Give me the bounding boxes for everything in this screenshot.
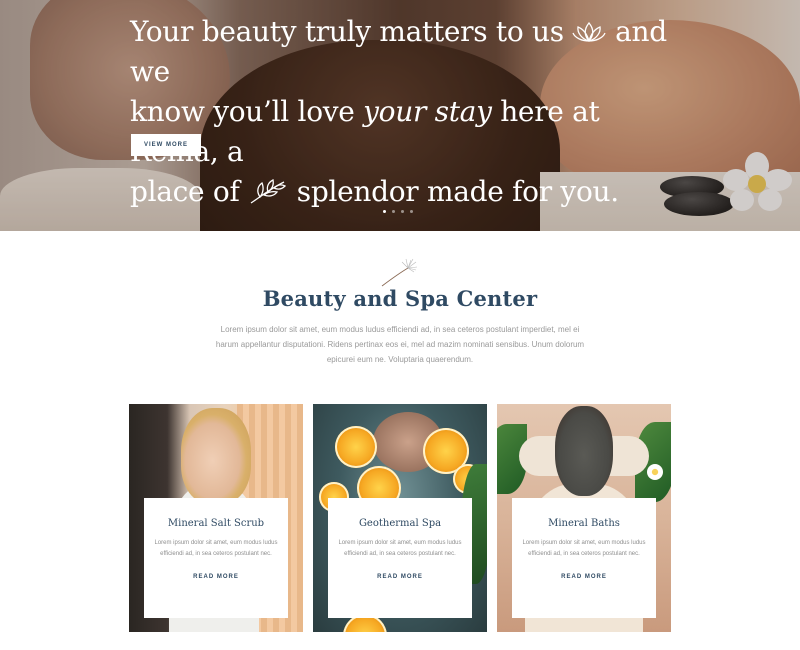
- hero-slider: Your beauty truly matters to us and we k…: [0, 0, 800, 231]
- slider-pagination: [383, 210, 413, 213]
- service-card-text: Lorem ipsum dolor sit amet, eum modus lu…: [154, 540, 278, 557]
- service-card: Mineral Baths Lorem ipsum dolor sit amet…: [497, 404, 671, 632]
- slider-dot[interactable]: [383, 210, 386, 213]
- read-more-link[interactable]: READ MORE: [377, 574, 431, 583]
- hero-text-segment: Your beauty truly matters to us: [130, 15, 564, 48]
- hero-text-emphasis: your stay: [363, 95, 492, 128]
- section-title: Beauty and Spa Center: [262, 286, 538, 311]
- service-card: Mineral Salt Scrub Lorem ipsum dolor sit…: [129, 404, 303, 632]
- service-card-panel: Mineral Salt Scrub Lorem ipsum dolor sit…: [144, 498, 288, 618]
- service-card-text: Lorem ipsum dolor sit amet, eum modus lu…: [338, 540, 462, 557]
- woman-portrait-image: [181, 408, 251, 504]
- hero-text-segment: know you’ll love: [130, 95, 355, 128]
- view-more-button[interactable]: VIEW MORE: [131, 134, 201, 156]
- hero-headline: Your beauty truly matters to us and we k…: [130, 12, 670, 212]
- slider-dot[interactable]: [410, 210, 413, 213]
- lotus-icon: [572, 21, 607, 43]
- read-more-link[interactable]: READ MORE: [561, 574, 615, 583]
- face-mask-portrait-image: [555, 406, 613, 496]
- leaf-branch-icon: [250, 179, 287, 204]
- hero-text-segment: place of: [130, 175, 240, 208]
- section-description: Lorem ipsum dolor sit amet, eum modus lu…: [215, 325, 585, 364]
- slider-dot[interactable]: [401, 210, 404, 213]
- service-card-panel: Geothermal Spa Lorem ipsum dolor sit ame…: [328, 498, 472, 618]
- hero-text-segment: splendor made for you.: [296, 175, 619, 208]
- orange-slice-image: [335, 426, 377, 468]
- slider-dot[interactable]: [392, 210, 395, 213]
- service-card: Geothermal Spa Lorem ipsum dolor sit ame…: [313, 404, 487, 632]
- flower-image: [647, 464, 663, 480]
- service-card-text: Lorem ipsum dolor sit amet, eum modus lu…: [522, 540, 646, 557]
- service-card-title: Mineral Salt Scrub: [167, 518, 265, 529]
- service-card-panel: Mineral Baths Lorem ipsum dolor sit amet…: [512, 498, 656, 618]
- service-card-title: Mineral Baths: [548, 518, 620, 529]
- service-card-title: Geothermal Spa: [358, 518, 442, 529]
- dandelion-icon: [381, 258, 418, 287]
- read-more-link[interactable]: READ MORE: [193, 574, 247, 583]
